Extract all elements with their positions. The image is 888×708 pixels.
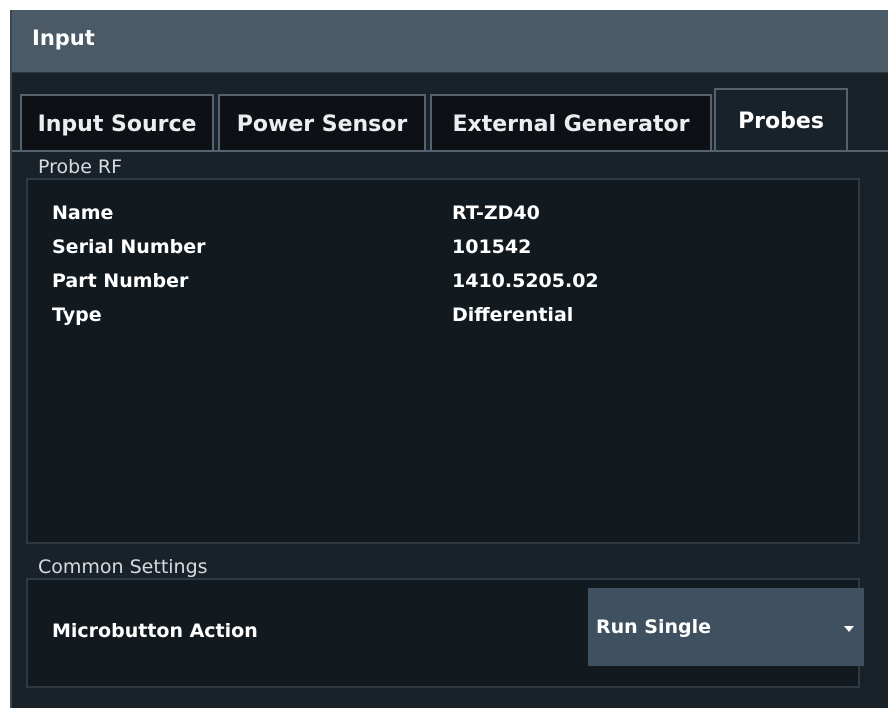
common-settings-group: Microbutton Action Run Single [26,578,864,688]
prop-row-type: Type Differential [28,304,858,338]
microbutton-action-dropdown[interactable]: Run Single [588,588,864,666]
prop-row-name: Name RT-ZD40 [28,202,858,236]
prop-value: RT-ZD40 [452,202,540,224]
prop-value: 1410.5205.02 [452,270,599,292]
tab-divider [12,150,888,152]
tab-power-sensor-label: Power Sensor [236,111,408,137]
tab-external-generator-label: External Generator [452,111,690,137]
microbutton-action-value: Run Single [596,616,712,638]
tab-probes[interactable]: Probes [714,88,848,152]
title-bar: Input [12,10,888,73]
prop-key: Part Number [52,270,189,292]
probe-rf-group-label: Probe RF [38,156,123,178]
tab-strip: Input Source Power Sensor External Gener… [12,80,888,152]
prop-key: Name [52,202,114,224]
prop-row-part-number: Part Number 1410.5205.02 [28,270,858,304]
prop-value: 101542 [452,236,532,258]
prop-value: Differential [452,304,574,326]
tab-input-source-label: Input Source [37,111,197,137]
tab-external-generator[interactable]: External Generator [430,94,712,152]
tab-input-source[interactable]: Input Source [20,94,214,152]
window-title: Input [32,26,95,50]
microbutton-action-label: Microbutton Action [52,620,258,642]
common-settings-group-label: Common Settings [38,556,208,578]
probe-rf-group: Name RT-ZD40 Serial Number 101542 Part N… [26,178,860,544]
tab-probes-label: Probes [738,108,824,134]
tab-power-sensor[interactable]: Power Sensor [218,94,426,152]
prop-key: Type [52,304,102,326]
prop-row-serial-number: Serial Number 101542 [28,236,858,270]
chevron-down-icon[interactable] [844,626,854,632]
prop-key: Serial Number [52,236,206,258]
input-dialog: Input Input Source Power Sensor External… [10,10,888,708]
